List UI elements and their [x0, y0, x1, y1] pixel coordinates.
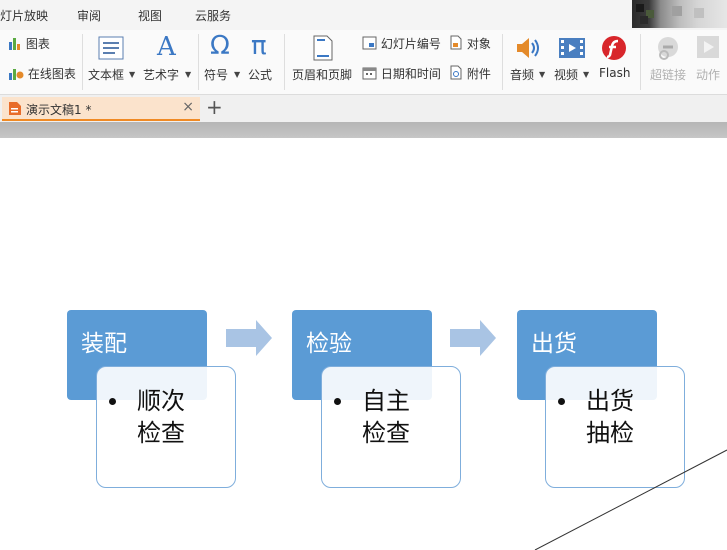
card-line: 自主 — [362, 387, 410, 415]
play-icon — [697, 36, 719, 58]
slide-number-icon — [362, 36, 377, 50]
chart-button[interactable]: 图表 — [8, 35, 50, 52]
flash-button[interactable]: Flash — [598, 34, 632, 90]
online-chart-label: 在线图表 — [27, 67, 76, 81]
card-line: 检查 — [362, 419, 410, 447]
film-icon — [559, 38, 585, 58]
calendar-icon — [362, 67, 377, 80]
page-icon — [313, 35, 333, 61]
symbol-button[interactable]: Ω 符号 ▼ — [204, 31, 242, 90]
document-tab-bar: 演示文稿1 * × + — [0, 95, 727, 122]
menu-tab-review[interactable]: 审阅 — [77, 7, 101, 24]
slide-canvas[interactable]: 装配 顺次 检查 检验 自主 检查 出货 出货 抽检 — [0, 138, 727, 550]
card-line: 检查 — [137, 419, 185, 447]
wordart-label: 艺术字 — [143, 68, 180, 82]
audio-dropdown-icon: ▼ — [539, 70, 546, 79]
attachment-button[interactable]: 附件 — [449, 65, 491, 82]
card-line: 顺次 — [137, 387, 185, 415]
document-tab-title: 演示文稿1 * — [26, 103, 92, 117]
formula-label: 公式 — [248, 68, 273, 82]
textbox-icon — [98, 36, 124, 60]
slide-number-label: 幻灯片编号 — [380, 37, 441, 51]
menu-tab-cloud[interactable]: 云服务 — [195, 7, 231, 24]
document-tab-active[interactable]: 演示文稿1 * × — [2, 97, 200, 121]
symbol-label: 符号 — [204, 68, 229, 82]
flash-label: Flash — [599, 66, 631, 80]
user-avatar[interactable] — [632, 0, 727, 28]
video-button[interactable]: 视频 ▼ — [554, 34, 590, 90]
hyperlink-label: 超链接 — [650, 68, 687, 82]
hyperlink-button[interactable]: 超链接 — [648, 34, 688, 90]
stage-title: 装配 — [81, 331, 127, 357]
new-tab-icon[interactable]: + — [206, 95, 223, 119]
connector-line[interactable] — [530, 438, 727, 550]
flash-icon — [602, 36, 626, 60]
attachment-icon — [450, 65, 462, 80]
date-time-label: 日期和时间 — [380, 67, 441, 81]
audio-button[interactable]: 音频 ▼ — [510, 34, 546, 90]
action-label: 动作 — [696, 68, 721, 82]
stage-title: 出货 — [531, 331, 577, 357]
bullet-icon — [109, 398, 116, 405]
menu-tab-view[interactable]: 视图 — [138, 7, 162, 24]
bar-chart-icon — [9, 38, 20, 50]
stage-detail-card[interactable]: 自主 检查 — [321, 366, 461, 488]
omega-icon: Ω — [210, 31, 230, 61]
object-icon — [450, 35, 462, 50]
insert-ribbon: 图表 在线图表 文本框 ▼ A 艺术字 ▼ Ω 符号 ▼ π 公式 页眉和页脚 … — [0, 30, 727, 95]
wordart-dropdown-icon: ▼ — [185, 70, 192, 79]
right-arrow-icon[interactable] — [450, 320, 498, 356]
card-line: 出货 — [586, 387, 634, 415]
attachment-label: 附件 — [466, 67, 491, 81]
video-label: 视频 — [554, 68, 579, 82]
close-tab-icon[interactable]: × — [182, 99, 194, 115]
menu-tab-slideshow[interactable]: 灯片放映 — [0, 7, 48, 24]
action-button[interactable]: 动作 — [694, 34, 727, 90]
date-time-button[interactable]: 日期和时间 — [362, 65, 441, 82]
symbol-dropdown-icon: ▼ — [234, 70, 241, 79]
online-chart-button[interactable]: 在线图表 — [8, 65, 76, 82]
pi-icon: π — [251, 31, 267, 61]
right-arrow-icon[interactable] — [226, 320, 274, 356]
wordart-icon: A — [157, 32, 176, 62]
wordart-button[interactable]: A 艺术字 ▼ — [143, 32, 193, 90]
bullet-icon — [558, 398, 565, 405]
audio-label: 音频 — [510, 68, 535, 82]
workspace-border — [0, 122, 727, 138]
textbox-dropdown-icon: ▼ — [129, 70, 136, 79]
header-footer-button[interactable]: 页眉和页脚 — [292, 34, 356, 90]
stage-detail-card[interactable]: 顺次 检查 — [96, 366, 236, 488]
formula-button[interactable]: π 公式 — [248, 31, 278, 90]
video-dropdown-icon: ▼ — [583, 70, 590, 79]
bullet-icon — [334, 398, 341, 405]
object-button[interactable]: 对象 — [449, 35, 491, 52]
textbox-button[interactable]: 文本框 ▼ — [88, 34, 136, 90]
object-label: 对象 — [466, 37, 491, 51]
speaker-icon — [517, 38, 539, 58]
stage-title: 检验 — [306, 331, 352, 357]
slide-number-button[interactable]: 幻灯片编号 — [362, 35, 441, 52]
link-icon — [658, 37, 678, 60]
presentation-file-icon — [9, 102, 21, 115]
online-chart-icon — [9, 69, 24, 80]
textbox-label: 文本框 — [88, 68, 125, 82]
menu-bar: 灯片放映 审阅 视图 云服务 — [0, 0, 727, 30]
chart-label: 图表 — [25, 37, 50, 51]
header-footer-label: 页眉和页脚 — [292, 68, 353, 82]
